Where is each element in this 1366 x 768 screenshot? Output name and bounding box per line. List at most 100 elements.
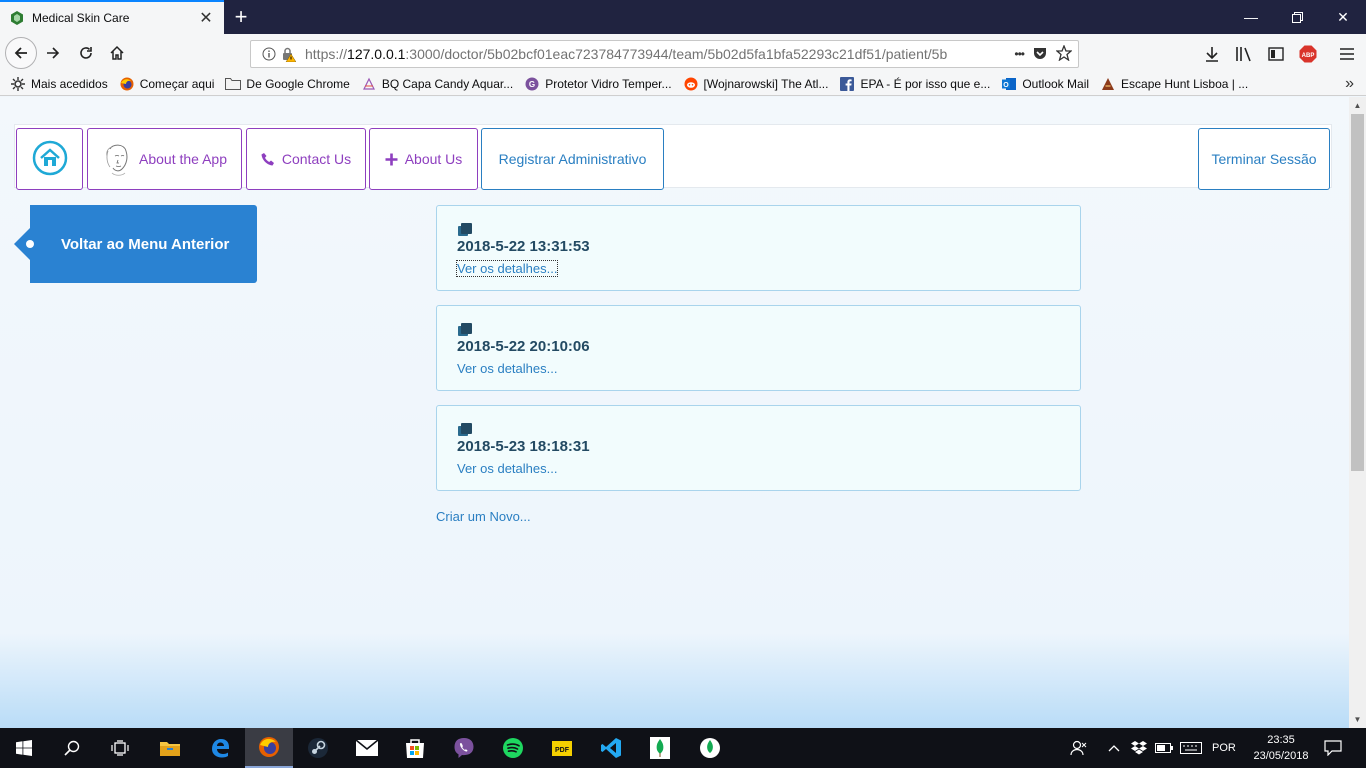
view-details-link[interactable]: Ver os detalhes... bbox=[457, 361, 557, 376]
pdf-reader-icon[interactable]: PDF bbox=[538, 728, 586, 768]
task-view-icon[interactable] bbox=[96, 728, 144, 768]
page-actions-icon[interactable]: ••• bbox=[1014, 47, 1025, 61]
steam-icon[interactable] bbox=[294, 728, 342, 768]
bookmarks-bar: Mais acedidos Começar aqui De Google Chr… bbox=[0, 72, 1366, 96]
bookmark-item[interactable]: Começar aqui bbox=[119, 76, 214, 92]
bookmark-item[interactable]: EPA - É por isso que e... bbox=[839, 76, 990, 92]
battery-icon[interactable] bbox=[1155, 728, 1173, 768]
copy-icon bbox=[458, 423, 472, 437]
notifications-icon[interactable] bbox=[1324, 728, 1342, 768]
home-button[interactable] bbox=[102, 38, 132, 68]
back-to-menu-label: Voltar ao Menu Anterior bbox=[61, 235, 230, 253]
svg-text:G: G bbox=[529, 80, 535, 89]
nav-about-app-button[interactable]: About the App bbox=[87, 128, 242, 190]
nav-about-app-label: About the App bbox=[139, 151, 227, 167]
bookmark-item[interactable]: [Wojnarowski] The Atl... bbox=[683, 76, 828, 92]
tab-close-icon[interactable]: ✕ bbox=[196, 8, 216, 28]
clock-date: 23/05/2018 bbox=[1253, 750, 1309, 762]
bookmark-item[interactable]: Escape Hunt Lisboa | ... bbox=[1100, 76, 1248, 92]
keyboard-icon[interactable] bbox=[1180, 728, 1202, 768]
restore-button[interactable] bbox=[1274, 0, 1320, 34]
plus-icon bbox=[385, 153, 398, 166]
pocket-icon[interactable] bbox=[1032, 45, 1048, 64]
forward-button[interactable] bbox=[38, 38, 68, 68]
clock[interactable]: 23:35 23/05/2018 bbox=[1246, 732, 1316, 764]
download-icon[interactable] bbox=[1198, 40, 1226, 68]
browser-tab[interactable]: Medical Skin Care ✕ bbox=[0, 0, 224, 34]
language-indicator[interactable]: POR bbox=[1212, 728, 1236, 768]
nav-register-admin-button[interactable]: Registrar Administrativo bbox=[481, 128, 664, 190]
escape-icon bbox=[1100, 76, 1116, 92]
minimize-button[interactable]: — bbox=[1228, 0, 1274, 34]
url-bar[interactable]: https://127.0.0.1:3000/doctor/5b02bcf01e… bbox=[250, 40, 1079, 68]
people-icon[interactable] bbox=[1070, 728, 1088, 768]
insecure-lock-icon[interactable] bbox=[279, 46, 297, 62]
file-explorer-icon[interactable] bbox=[146, 728, 194, 768]
nav-contact-button[interactable]: Contact Us bbox=[246, 128, 366, 190]
bookmark-item[interactable]: BQ Capa Candy Aquar... bbox=[361, 76, 513, 92]
back-button[interactable] bbox=[5, 37, 37, 69]
sidebar-icon[interactable] bbox=[1262, 40, 1290, 68]
store-icon[interactable] bbox=[391, 728, 439, 768]
start-button[interactable] bbox=[0, 728, 48, 768]
consultation-card: 2018-5-23 18:18:31 Ver os detalhes... bbox=[436, 405, 1081, 491]
clock-time: 23:35 bbox=[1267, 734, 1295, 746]
face-sketch-icon bbox=[102, 141, 132, 177]
firefox-taskbar-icon[interactable] bbox=[245, 728, 293, 768]
create-new-link[interactable]: Criar um Novo... bbox=[436, 509, 531, 524]
reddit-icon bbox=[683, 76, 699, 92]
nav-about-us-label: About Us bbox=[404, 151, 463, 167]
mail-icon[interactable] bbox=[343, 728, 391, 768]
svg-text:PDF: PDF bbox=[555, 747, 570, 754]
menu-icon[interactable] bbox=[1333, 40, 1361, 68]
bookmark-star-icon[interactable] bbox=[1055, 43, 1073, 64]
tab-title: Medical Skin Care bbox=[32, 11, 130, 25]
view-details-link[interactable]: Ver os detalhes... bbox=[455, 260, 559, 277]
bookmarks-overflow-icon[interactable]: » bbox=[1345, 75, 1354, 93]
close-window-button[interactable]: ✕ bbox=[1320, 0, 1366, 34]
reload-button[interactable] bbox=[71, 38, 101, 68]
scroll-down-icon[interactable]: ▼ bbox=[1349, 711, 1366, 728]
new-tab-button[interactable]: + bbox=[226, 0, 256, 34]
dropbox-icon[interactable] bbox=[1131, 728, 1147, 768]
adblock-icon[interactable]: ABP bbox=[1294, 40, 1322, 68]
viber-taskbar-icon[interactable] bbox=[440, 728, 488, 768]
folder-icon bbox=[225, 76, 242, 92]
nav-register-admin-label: Registrar Administrativo bbox=[498, 151, 647, 167]
bookmark-item[interactable]: G Protetor Vidro Temper... bbox=[524, 76, 672, 92]
scroll-thumb[interactable] bbox=[1351, 114, 1364, 471]
consultation-date: 2018-5-23 18:18:31 bbox=[457, 438, 590, 455]
copy-icon bbox=[458, 323, 472, 337]
mongodb-icon[interactable] bbox=[636, 728, 684, 768]
nav-about-us-button[interactable]: About Us bbox=[369, 128, 478, 190]
bookmark-item[interactable]: Mais acedidos bbox=[10, 76, 108, 92]
app-navbar: About the App Contact Us About Us Regist… bbox=[14, 124, 1332, 190]
vscode-icon[interactable] bbox=[587, 728, 635, 768]
svg-text:ABP: ABP bbox=[1302, 53, 1315, 59]
library-icon[interactable] bbox=[1230, 40, 1258, 68]
spotify-icon[interactable] bbox=[489, 728, 537, 768]
firefox-icon bbox=[119, 76, 135, 92]
bookmark-folder[interactable]: De Google Chrome bbox=[225, 76, 350, 92]
nav-contact-label: Contact Us bbox=[281, 151, 352, 167]
bookmark-item[interactable]: O Outlook Mail bbox=[1001, 76, 1089, 92]
search-icon[interactable] bbox=[48, 728, 96, 768]
consultation-date: 2018-5-22 13:31:53 bbox=[457, 238, 590, 255]
info-icon[interactable] bbox=[259, 47, 279, 61]
logout-button[interactable]: Terminar Sessão bbox=[1198, 128, 1330, 190]
home-icon bbox=[32, 140, 68, 179]
show-hidden-icons-icon[interactable] bbox=[1108, 728, 1120, 768]
phone-icon bbox=[261, 152, 275, 166]
mongodb-compass-icon[interactable] bbox=[686, 728, 734, 768]
tab-strip: Medical Skin Care ✕ + — ✕ bbox=[0, 0, 1366, 34]
page-scrollbar[interactable]: ▲ ▼ bbox=[1349, 97, 1366, 728]
outlook-icon: O bbox=[1001, 76, 1017, 92]
scroll-up-icon[interactable]: ▲ bbox=[1349, 97, 1366, 114]
nav-home-button[interactable] bbox=[16, 128, 83, 190]
windows-taskbar: PDF POR 23:35 23/05/2018 bbox=[0, 728, 1366, 768]
edge-icon[interactable] bbox=[196, 728, 244, 768]
logout-label: Terminar Sessão bbox=[1211, 151, 1317, 167]
view-details-link[interactable]: Ver os detalhes... bbox=[457, 461, 557, 476]
url-text[interactable]: https://127.0.0.1:3000/doctor/5b02bcf01e… bbox=[305, 46, 985, 62]
back-to-menu-button[interactable]: Voltar ao Menu Anterior bbox=[14, 205, 257, 283]
